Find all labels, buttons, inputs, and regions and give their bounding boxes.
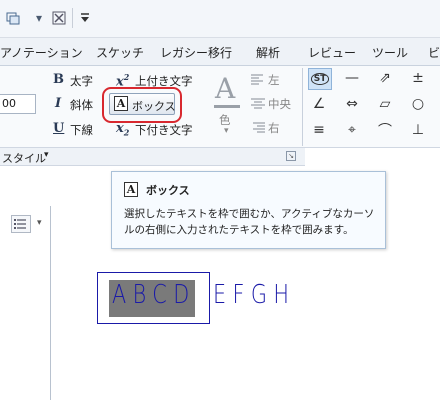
symbol-circle-icon[interactable]: ○ — [407, 94, 429, 114]
box-button[interactable]: A ボックス — [109, 93, 176, 115]
underline-button[interactable]: 下線 — [70, 122, 93, 138]
align-center-button[interactable]: 中央 — [268, 96, 291, 112]
underline-icon: U — [53, 121, 65, 136]
dialog-launcher-icon[interactable]: ↘ — [286, 151, 296, 161]
ribbon-panel: 00 B 太字 I 斜体 U 下線 x2 上付き文字 A ボックス x2 下付き… — [0, 66, 440, 148]
symbol-st-icon: ST — [310, 73, 330, 85]
toolbar-separator — [72, 8, 73, 28]
annotation-selected-text[interactable]: ABCD — [112, 280, 196, 310]
subscript-button[interactable]: 下付き文字 — [135, 122, 193, 138]
symbol-double-arrow-icon[interactable]: ⇔ — [341, 94, 363, 114]
tab-review[interactable]: レビュー — [308, 44, 356, 61]
box-text-icon: A — [124, 182, 138, 197]
symbol-lines-icon[interactable]: ≡ — [308, 120, 330, 140]
layers-icon[interactable] — [4, 9, 22, 27]
list-view-icon[interactable] — [11, 215, 31, 233]
box-text-icon: A — [114, 96, 128, 111]
tab-tools[interactable]: ツール — [372, 44, 408, 61]
box-button-label: ボックス — [132, 100, 176, 113]
close-windows-icon[interactable] — [50, 9, 68, 27]
align-right-button[interactable]: 右 — [268, 120, 280, 136]
box-tooltip: A ボックス 選択したテキストを枠で囲むか、アクティブなカーソルの右側に入力され… — [111, 171, 386, 249]
text-color-icon: A — [215, 72, 236, 105]
text-color-button[interactable]: A — [212, 72, 242, 108]
align-right-icon — [250, 122, 266, 134]
ribbon-tabs: アノテーション スケッチ レガシー移行 解析 レビュー ツール ビ — [0, 38, 440, 66]
chevron-down-icon[interactable]: ▾ — [224, 126, 229, 136]
symbol-angle-icon[interactable]: ∠ — [308, 94, 330, 114]
dropdown-arrow-icon[interactable]: ▾ — [30, 9, 48, 27]
side-panel — [0, 206, 51, 400]
bold-icon: B — [53, 72, 64, 87]
color-swatch — [214, 105, 240, 108]
annotation-following-text[interactable]: EFGH — [213, 280, 295, 310]
symbol-plus-minus-icon[interactable]: ± — [407, 68, 429, 88]
symbol-crosshair-icon[interactable]: ⌖ — [341, 120, 363, 140]
chevron-down-icon[interactable]: ▾ — [44, 150, 49, 160]
tab-annotation[interactable]: アノテーション — [0, 44, 83, 61]
quick-access-toolbar: ▾ — [0, 0, 440, 38]
symbol-parallelogram-icon[interactable]: ▱ — [374, 94, 396, 114]
symbol-angle-arrow-icon[interactable]: ⇗ — [374, 68, 396, 88]
symbol-st-button[interactable]: ST — [308, 68, 332, 90]
subscript-icon: x2 — [116, 121, 130, 138]
italic-button[interactable]: 斜体 — [70, 97, 93, 113]
tab-sketch[interactable]: スケッチ — [96, 44, 144, 61]
style-group-label: スタイル — [2, 152, 46, 165]
bold-button[interactable]: 太字 — [70, 73, 93, 89]
symbol-line-icon[interactable]: — — [341, 68, 363, 88]
align-left-icon — [250, 74, 266, 86]
style-group-bar: スタイル ▾ ↘ — [0, 148, 305, 166]
group-separator — [302, 68, 303, 146]
align-center-icon — [250, 98, 266, 110]
tab-analysis[interactable]: 解析 — [256, 44, 280, 61]
tab-legacy-migration[interactable]: レガシー移行 — [160, 44, 232, 61]
font-size-field[interactable]: 00 — [0, 94, 36, 114]
symbol-arc-icon[interactable]: ⌒ — [374, 120, 396, 140]
symbol-perpendicular-icon[interactable]: ⊥ — [407, 120, 429, 140]
italic-icon: I — [55, 96, 62, 111]
tab-view[interactable]: ビ — [428, 44, 440, 61]
align-left-button[interactable]: 左 — [268, 72, 280, 88]
chevron-down-icon[interactable]: ▾ — [37, 218, 42, 228]
tooltip-description: 選択したテキストを枠で囲むか、アクティブなカーソルの右側に入力されたテキストを枠… — [124, 208, 375, 236]
customize-toolbar-icon[interactable] — [76, 9, 94, 27]
tooltip-title: ボックス — [146, 184, 190, 197]
